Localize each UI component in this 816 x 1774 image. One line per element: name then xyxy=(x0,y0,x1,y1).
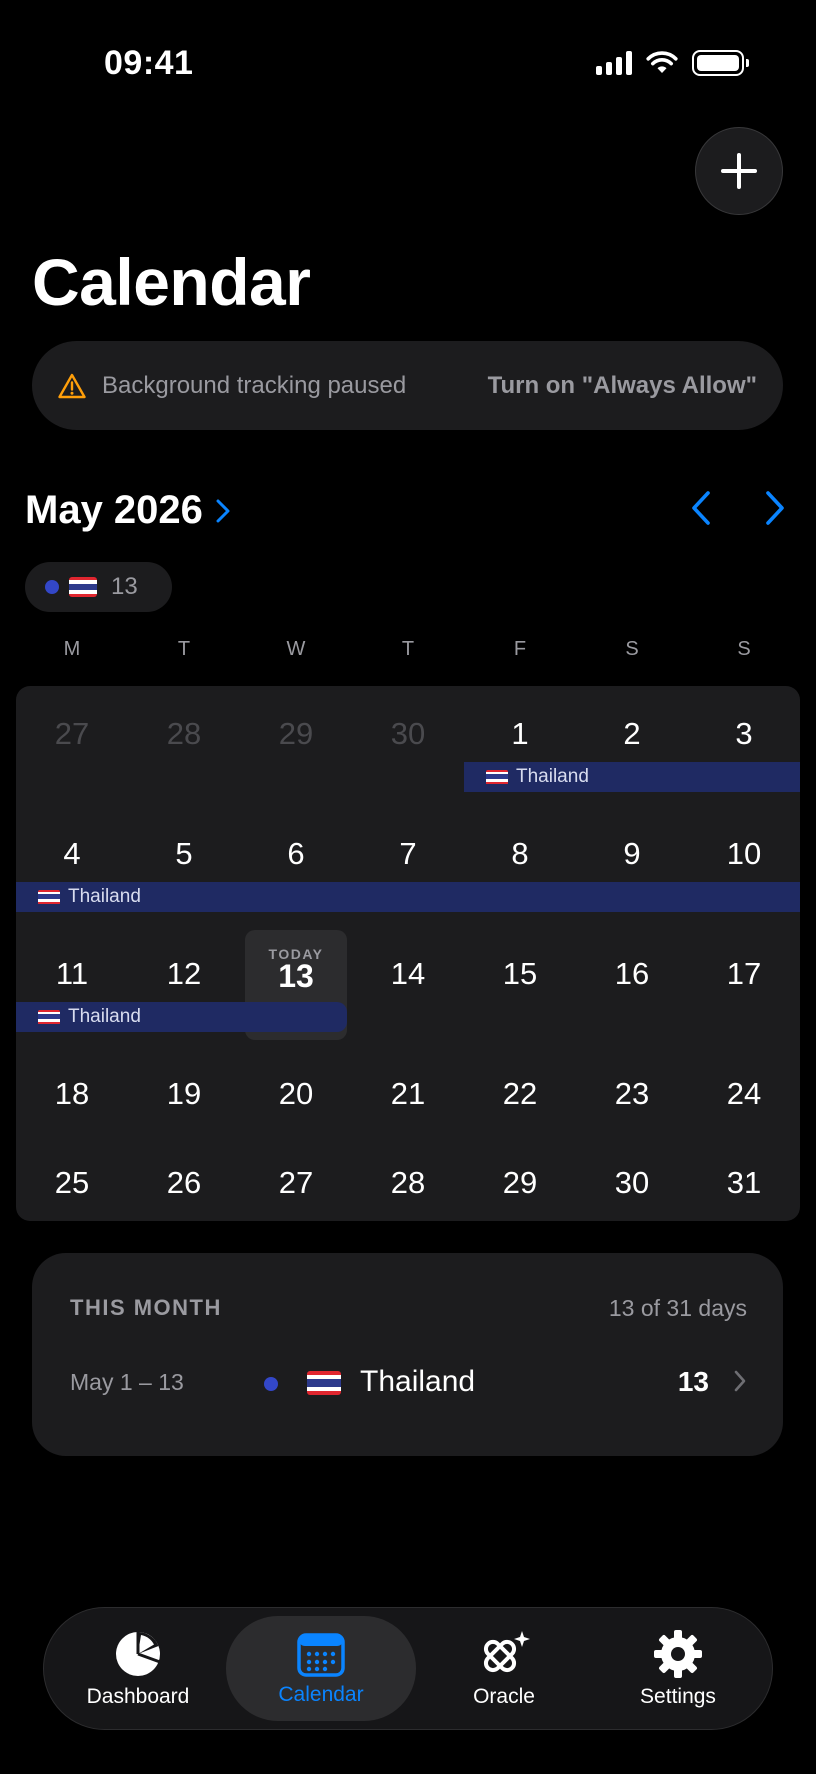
tab-label: Settings xyxy=(640,1684,716,1708)
day-cell[interactable]: 10 xyxy=(688,836,800,872)
tab-bar: Dashboard Calendar Oracle Settings xyxy=(43,1607,773,1730)
chevron-right-icon xyxy=(766,491,784,525)
wifi-icon xyxy=(646,51,678,73)
day-cell[interactable]: 3 xyxy=(688,716,800,752)
tab-settings[interactable]: Settings xyxy=(598,1616,758,1721)
thailand-flag-icon xyxy=(38,889,60,905)
weekday-label: W xyxy=(286,638,306,660)
always-allow-link[interactable]: Turn on "Always Allow" xyxy=(488,372,757,400)
this-month-card: THIS MONTH 13 of 31 days May 1 – 13 Thai… xyxy=(32,1253,783,1456)
weekday-label: S xyxy=(737,638,751,660)
stay-bar-label: Thailand xyxy=(68,1006,141,1027)
weekday-label: M xyxy=(63,638,81,660)
oracle-sparkle-icon xyxy=(483,1630,530,1672)
calendar-grid: Thailand Thailand Thailand 27 28 29 30 1… xyxy=(16,686,800,1221)
day-cell[interactable]: 11 xyxy=(16,956,128,992)
gear-icon xyxy=(654,1629,702,1678)
day-cell[interactable]: 23 xyxy=(576,1076,688,1112)
day-cell[interactable]: 19 xyxy=(128,1076,240,1112)
add-trip-button[interactable] xyxy=(695,127,783,215)
stay-bar-label: Thailand xyxy=(516,766,589,787)
month-title: May 2026 xyxy=(25,488,203,532)
weekday-header: M T W T F S S xyxy=(16,638,800,668)
day-cell[interactable]: 4 xyxy=(16,836,128,872)
tab-dashboard[interactable]: Dashboard xyxy=(58,1616,218,1721)
chevron-right-icon xyxy=(216,499,230,522)
tab-label: Dashboard xyxy=(86,1684,190,1708)
day-cell[interactable]: 24 xyxy=(688,1076,800,1112)
this-month-title: THIS MONTH xyxy=(70,1295,222,1320)
weekday-label: S xyxy=(625,638,639,660)
tab-oracle[interactable]: Oracle xyxy=(424,1616,584,1721)
weekday-label: T xyxy=(401,638,415,660)
previous-month-button[interactable] xyxy=(690,490,712,531)
day-cell[interactable]: 25 xyxy=(16,1165,128,1201)
page-title: Calendar xyxy=(32,245,311,319)
warning-icon xyxy=(58,373,86,398)
country-name: Thailand xyxy=(360,1365,476,1398)
day-cell[interactable]: 9 xyxy=(576,836,688,872)
next-month-button[interactable] xyxy=(764,490,786,531)
day-cell[interactable]: 29 xyxy=(240,716,352,752)
thailand-flag-icon xyxy=(486,769,508,785)
day-cell[interactable]: 12 xyxy=(128,956,240,992)
status-time: 09:41 xyxy=(104,44,194,82)
day-cell[interactable]: 20 xyxy=(240,1076,352,1112)
month-picker-button[interactable]: May 2026 xyxy=(25,488,231,533)
day-cell[interactable]: 27 xyxy=(16,716,128,752)
chip-count: 13 xyxy=(111,573,138,600)
day-cell[interactable]: 29 xyxy=(464,1165,576,1201)
chevron-right-icon xyxy=(734,1370,746,1392)
stay-bar[interactable]: Thailand xyxy=(16,882,800,912)
day-cell[interactable]: 30 xyxy=(576,1165,688,1201)
day-cell[interactable]: 1 xyxy=(464,716,576,752)
country-dot xyxy=(45,580,59,594)
day-cell[interactable]: 8 xyxy=(464,836,576,872)
chevron-left-icon xyxy=(692,491,710,525)
day-cell[interactable]: 31 xyxy=(688,1165,800,1201)
thailand-flag-icon xyxy=(38,1009,60,1025)
tab-label: Oracle xyxy=(473,1684,535,1708)
status-icons xyxy=(596,50,749,76)
country-filter-chip[interactable]: 13 xyxy=(25,562,172,612)
tab-calendar[interactable]: Calendar xyxy=(226,1616,416,1721)
day-cell[interactable]: 21 xyxy=(352,1076,464,1112)
day-cell[interactable]: 5 xyxy=(128,836,240,872)
weekday-label: T xyxy=(177,638,191,660)
stay-date-range: May 1 – 13 xyxy=(70,1369,184,1395)
day-cell[interactable]: 26 xyxy=(128,1165,240,1201)
day-cell[interactable]: 17 xyxy=(688,956,800,992)
day-cell[interactable]: 16 xyxy=(576,956,688,992)
plus-icon xyxy=(721,153,757,189)
day-count: 13 xyxy=(677,1366,709,1397)
cellular-signal-icon xyxy=(596,51,632,75)
day-cell[interactable]: 28 xyxy=(352,1165,464,1201)
days-summary: 13 of 31 days xyxy=(608,1295,747,1321)
day-cell[interactable]: 22 xyxy=(464,1076,576,1112)
day-cell[interactable]: 15 xyxy=(464,956,576,992)
today-day[interactable]: 13 xyxy=(245,958,347,995)
stay-bar[interactable]: Thailand xyxy=(464,762,800,792)
day-cell[interactable]: 18 xyxy=(16,1076,128,1112)
pie-chart-icon xyxy=(116,1631,161,1676)
stay-bar[interactable]: Thailand xyxy=(16,1002,347,1032)
battery-icon xyxy=(692,50,749,76)
day-cell[interactable]: 7 xyxy=(352,836,464,872)
banner-text: Background tracking paused xyxy=(102,371,407,399)
tracking-banner[interactable]: Background tracking paused Turn on "Alwa… xyxy=(32,341,783,430)
calendar-icon xyxy=(297,1632,345,1677)
day-cell[interactable]: 27 xyxy=(240,1165,352,1201)
day-cell[interactable]: 2 xyxy=(576,716,688,752)
day-cell[interactable]: 6 xyxy=(240,836,352,872)
day-cell[interactable]: 28 xyxy=(128,716,240,752)
day-cell[interactable]: 30 xyxy=(352,716,464,752)
stay-bar-label: Thailand xyxy=(68,886,141,907)
day-cell[interactable]: 14 xyxy=(352,956,464,992)
tab-label: Calendar xyxy=(278,1682,364,1706)
thailand-flag-icon xyxy=(307,1371,341,1395)
weekday-label: F xyxy=(513,638,527,660)
country-dot xyxy=(264,1377,278,1391)
thailand-flag-icon xyxy=(69,577,97,597)
